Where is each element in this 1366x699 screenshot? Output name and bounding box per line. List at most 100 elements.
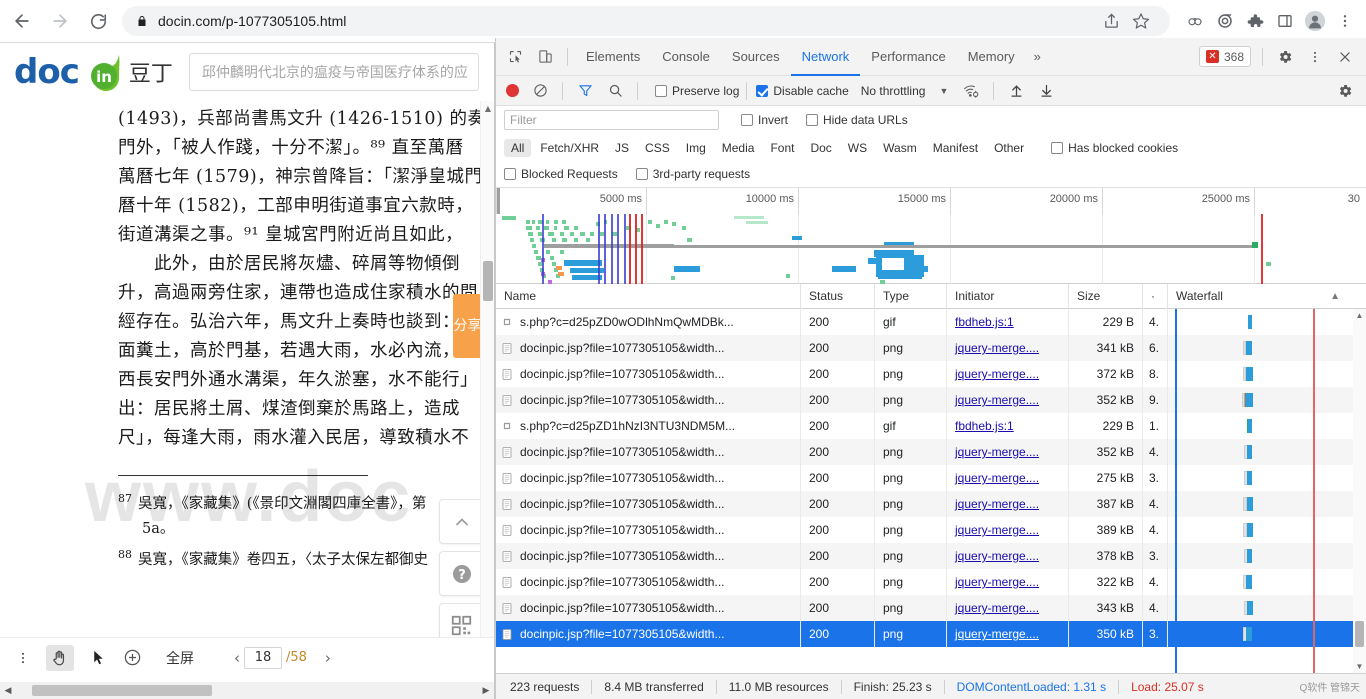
type-chip-font[interactable]: Font	[763, 139, 801, 157]
inspect-element-icon[interactable]	[502, 44, 528, 70]
initiator-link[interactable]: jquery-merge....	[955, 445, 1039, 459]
initiator-link[interactable]: jquery-merge....	[955, 367, 1039, 381]
bookmark-star-icon[interactable]	[1132, 12, 1150, 30]
type-chip-img[interactable]: Img	[679, 139, 713, 157]
chevron-down-icon[interactable]: ▼	[939, 86, 948, 96]
initiator-link[interactable]: jquery-merge....	[955, 393, 1039, 407]
tab-console[interactable]: Console	[651, 38, 721, 76]
page-vertical-scrollbar[interactable]: ▲ ▼	[480, 101, 494, 661]
type-chip-ws[interactable]: WS	[841, 139, 874, 157]
column-header-waterfall[interactable]: Waterfall ▲	[1168, 284, 1366, 309]
requests-scroll-up-arrow[interactable]: ▲	[1353, 309, 1366, 322]
gear-icon[interactable]	[1272, 44, 1298, 70]
hide-data-urls-checkbox[interactable]: Hide data URLs	[806, 113, 908, 127]
requests-vertical-scrollbar[interactable]: ▲ ▼	[1353, 309, 1366, 673]
site-search-input[interactable]: 邱仲麟明代北京的瘟疫与帝国医疗体系的应	[188, 53, 479, 91]
tab-elements[interactable]: Elements	[575, 38, 651, 76]
zoom-in-icon[interactable]	[123, 648, 142, 667]
type-chip-wasm[interactable]: Wasm	[876, 139, 924, 157]
filter-input[interactable]: Filter	[504, 110, 719, 130]
help-icon[interactable]: ?	[439, 551, 484, 596]
initiator-link[interactable]: fbdheb.js:1	[955, 419, 1014, 433]
network-overview-timeline[interactable]: 5000 ms 10000 ms 15000 ms 20000 ms 25000…	[496, 188, 1366, 284]
type-chip-manifest[interactable]: Manifest	[926, 139, 985, 157]
initiator-link[interactable]: jquery-merge....	[955, 627, 1039, 641]
tab-network[interactable]: Network	[791, 38, 861, 76]
blocked-requests-checkbox[interactable]: Blocked Requests	[504, 167, 618, 181]
table-row[interactable]: s.php?c=d25pZD0wODlhNmQwMDBk... 200 gif fbd…	[496, 309, 1366, 335]
column-header-status[interactable]: Status	[801, 284, 875, 309]
table-row[interactable]: docinpic.jsp?file=1077305105&width... 200…	[496, 569, 1366, 595]
column-header-type[interactable]: Type	[875, 284, 947, 309]
network-conditions-icon[interactable]	[958, 78, 984, 104]
clear-log-icon[interactable]	[527, 78, 553, 104]
chrome-menu-icon[interactable]	[1330, 6, 1360, 36]
hscroll-right-arrow[interactable]: ▶	[478, 685, 494, 696]
prev-page-icon[interactable]: ‹	[234, 649, 240, 667]
tab-performance[interactable]: Performance	[860, 38, 956, 76]
page-number-input[interactable]: 18	[244, 646, 282, 669]
initiator-link[interactable]: jquery-merge....	[955, 341, 1039, 355]
type-chip-js[interactable]: JS	[608, 139, 636, 157]
page-horizontal-scrollbar[interactable]: ◀ ▶	[0, 682, 494, 699]
type-chip-css[interactable]: CSS	[638, 139, 677, 157]
table-row[interactable]: docinpic.jsp?file=1077305105&width... 200…	[496, 621, 1366, 647]
has-blocked-cookies-checkbox[interactable]: Has blocked cookies	[1051, 141, 1178, 155]
table-row[interactable]: docinpic.jsp?file=1077305105&width... 200…	[496, 465, 1366, 491]
table-row[interactable]: docinpic.jsp?file=1077305105&width... 200…	[496, 439, 1366, 465]
table-row[interactable]: docinpic.jsp?file=1077305105&width... 200…	[496, 491, 1366, 517]
devtools-menu-icon[interactable]	[1302, 44, 1328, 70]
reload-button[interactable]	[82, 5, 114, 37]
profile-avatar[interactable]	[1300, 6, 1330, 36]
requests-scroll-down-arrow[interactable]: ▼	[1353, 660, 1366, 673]
preserve-log-checkbox[interactable]: Preserve log	[655, 84, 739, 98]
hscroll-left-arrow[interactable]: ◀	[0, 685, 16, 696]
network-settings-gear-icon[interactable]	[1332, 78, 1358, 104]
import-har-icon[interactable]	[1003, 78, 1029, 104]
address-bar[interactable]: docin.com/p-1077305105.html	[122, 6, 1170, 36]
scroll-thumb[interactable]	[483, 261, 493, 301]
table-row[interactable]: docinpic.jsp?file=1077305105&width... 200…	[496, 387, 1366, 413]
export-har-icon[interactable]	[1033, 78, 1059, 104]
table-row[interactable]: docinpic.jsp?file=1077305105&width... 200…	[496, 595, 1366, 621]
device-toolbar-icon[interactable]	[532, 44, 558, 70]
column-header-initiator[interactable]: Initiator	[947, 284, 1069, 309]
type-chip-fetch-xhr[interactable]: Fetch/XHR	[533, 139, 606, 157]
extension-cloud-icon[interactable]	[1180, 6, 1210, 36]
filter-icon[interactable]	[572, 78, 598, 104]
share-tab-button[interactable]: 分享	[453, 294, 482, 358]
record-button-icon[interactable]	[506, 84, 519, 97]
throttling-dropdown[interactable]: No throttling	[861, 84, 926, 98]
docin-logo[interactable]: doc in 豆丁	[14, 52, 173, 92]
column-header-time[interactable]: ·	[1143, 284, 1168, 309]
hscroll-thumb[interactable]	[32, 685, 212, 696]
table-row[interactable]: docinpic.jsp?file=1077305105&width... 200…	[496, 361, 1366, 387]
initiator-link[interactable]: jquery-merge....	[955, 497, 1039, 511]
scroll-up-arrow[interactable]: ▲	[481, 101, 494, 115]
invert-checkbox[interactable]: Invert	[741, 113, 788, 127]
type-chip-other[interactable]: Other	[987, 139, 1031, 157]
more-tabs-icon[interactable]: »	[1026, 38, 1049, 76]
puzzle-icon[interactable]	[1240, 6, 1270, 36]
table-row[interactable]: docinpic.jsp?file=1077305105&width... 200…	[496, 543, 1366, 569]
initiator-link[interactable]: jquery-merge....	[955, 523, 1039, 537]
fullscreen-button[interactable]: 全屏	[166, 648, 194, 668]
table-row[interactable]: docinpic.jsp?file=1077305105&width... 200…	[496, 335, 1366, 361]
type-chip-all[interactable]: All	[504, 138, 532, 157]
type-chip-media[interactable]: Media	[715, 139, 762, 157]
error-count-badge[interactable]: ✕ 368	[1198, 46, 1251, 67]
tab-memory[interactable]: Memory	[957, 38, 1026, 76]
next-page-icon[interactable]: ›	[325, 649, 331, 667]
initiator-link[interactable]: jquery-merge....	[955, 549, 1039, 563]
more-options-icon[interactable]	[16, 649, 30, 667]
table-row[interactable]: docinpic.jsp?file=1077305105&width... 200…	[496, 517, 1366, 543]
table-row[interactable]: s.php?c=d25pZD1hNzI3NTU3NDM5M... 200 gif fb…	[496, 413, 1366, 439]
initiator-link[interactable]: fbdheb.js:1	[955, 315, 1014, 329]
tab-sources[interactable]: Sources	[721, 38, 791, 76]
side-panel-icon[interactable]	[1270, 6, 1300, 36]
select-tool-icon[interactable]	[90, 649, 107, 667]
share-icon[interactable]	[1103, 13, 1120, 30]
back-button[interactable]	[6, 5, 38, 37]
disable-cache-checkbox[interactable]: Disable cache	[756, 84, 849, 98]
column-header-size[interactable]: Size	[1069, 284, 1143, 309]
